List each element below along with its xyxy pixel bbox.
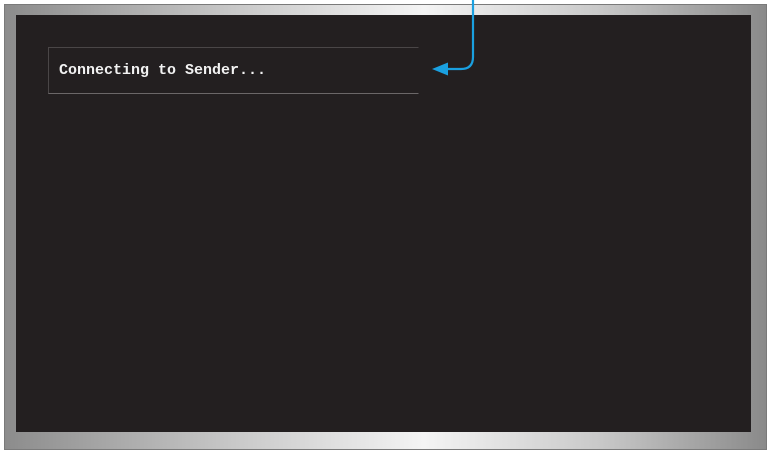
status-message: Connecting to Sender... xyxy=(59,62,267,79)
display-screen: Connecting to Sender... xyxy=(16,15,751,432)
status-message-box: Connecting to Sender... xyxy=(48,47,419,94)
